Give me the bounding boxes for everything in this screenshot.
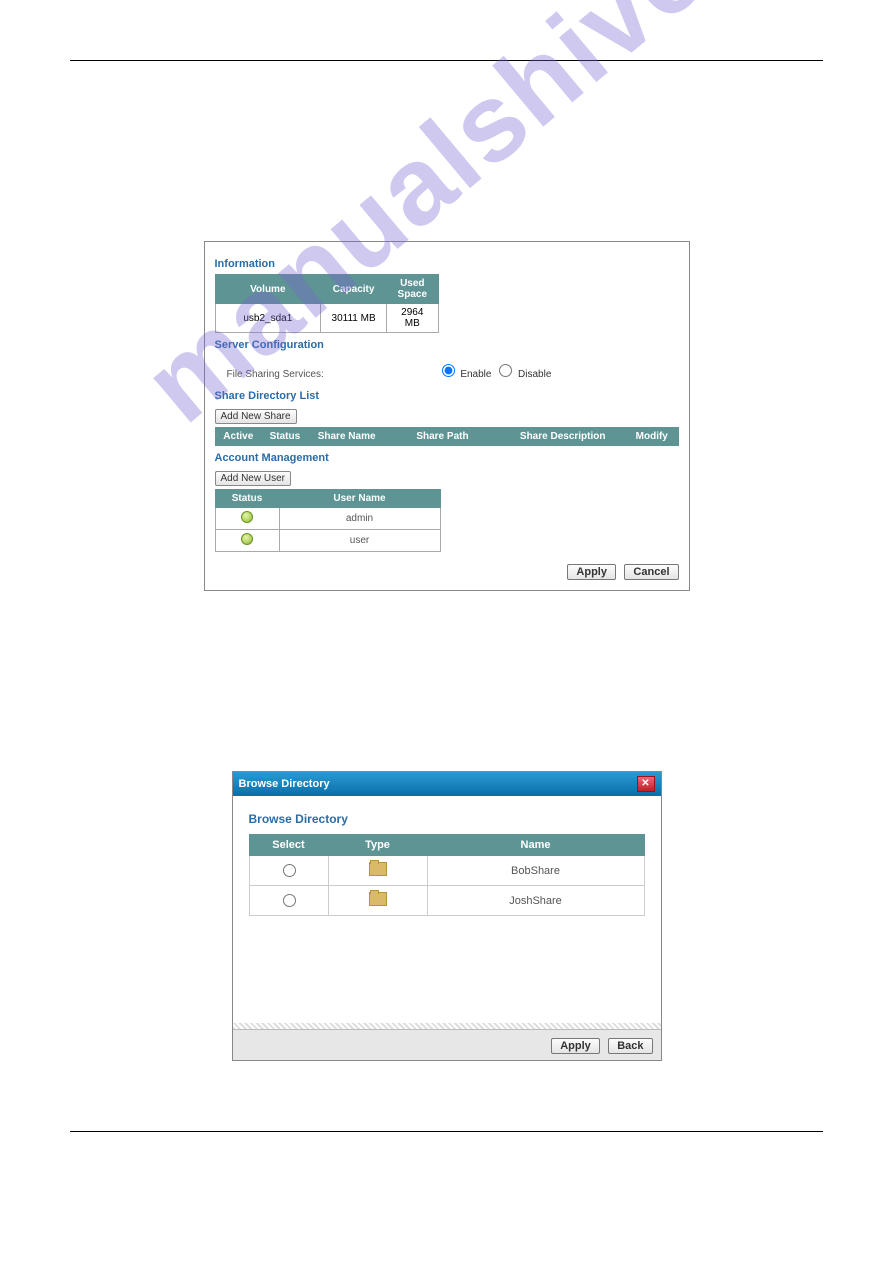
close-icon[interactable]: ✕	[637, 776, 655, 792]
col-type: Type	[328, 835, 427, 856]
folder-icon	[369, 892, 387, 906]
cell-capacity: 30111 MB	[321, 304, 387, 333]
col-volume: Volume	[215, 275, 321, 304]
section-title-account-management: Account Management	[215, 452, 679, 464]
account-table: Status User Name admin user	[215, 489, 441, 552]
user-active-icon	[241, 533, 253, 545]
browse-directory-heading: Browse Directory	[249, 812, 645, 826]
select-radio[interactable]	[283, 894, 296, 907]
add-new-user-button[interactable]: Add New User	[215, 471, 291, 486]
col-user-name: User Name	[279, 490, 440, 508]
disable-label: Disable	[518, 369, 551, 380]
file-sharing-label: File Sharing Services:	[227, 369, 324, 380]
file-sharing-row: File Sharing Services: Enable Disable	[215, 355, 679, 384]
col-select: Select	[249, 835, 328, 856]
col-name: Name	[427, 835, 644, 856]
apply-button[interactable]: Apply	[567, 564, 616, 580]
information-table: Volume Capacity Used Space usb2_sda1 301…	[215, 274, 439, 333]
cell-directory-name: BobShare	[427, 856, 644, 886]
cancel-button[interactable]: Cancel	[624, 564, 678, 580]
share-directory-table: Active Status Share Name Share Path Shar…	[215, 427, 679, 446]
browse-directory-body: Browse Directory Select Type Name BobSha…	[233, 796, 661, 1023]
user-row: user	[215, 530, 440, 552]
back-button[interactable]: Back	[608, 1038, 652, 1054]
folder-icon	[369, 862, 387, 876]
browse-directory-panel: Browse Directory ✕ Browse Directory Sele…	[232, 771, 662, 1061]
cell-used: 2964 MB	[387, 304, 438, 333]
add-new-share-button[interactable]: Add New Share	[215, 409, 297, 424]
cell-username: admin	[279, 508, 440, 530]
file-sharing-panel: Information Volume Capacity Used Space u…	[204, 241, 690, 591]
cell-directory-name: JoshShare	[427, 886, 644, 916]
col-share-name: Share Name	[308, 428, 385, 446]
directory-row: JoshShare	[249, 886, 644, 916]
user-row: admin	[215, 508, 440, 530]
cell-volume: usb2_sda1	[215, 304, 321, 333]
col-active: Active	[215, 428, 262, 446]
col-modify: Modify	[626, 428, 678, 446]
col-user-status: Status	[215, 490, 279, 508]
col-status: Status	[262, 428, 309, 446]
apply-button[interactable]: Apply	[551, 1038, 600, 1054]
select-radio[interactable]	[283, 864, 296, 877]
browse-directory-table: Select Type Name BobShare JoshShare	[249, 834, 645, 916]
enable-radio[interactable]	[442, 364, 455, 377]
section-title-server-config: Server Configuration	[215, 339, 679, 351]
col-used-space: Used Space	[387, 275, 438, 304]
col-share-description: Share Description	[500, 428, 626, 446]
panel1-button-row: Apply Cancel	[215, 562, 679, 580]
browse-directory-titlebar: Browse Directory ✕	[233, 772, 661, 796]
panel2-footer: Apply Back	[233, 1029, 661, 1060]
col-capacity: Capacity	[321, 275, 387, 304]
disable-radio[interactable]	[499, 364, 512, 377]
page-header-rule	[70, 60, 823, 61]
enable-label: Enable	[460, 369, 491, 380]
section-title-information: Information	[215, 258, 679, 270]
col-share-path: Share Path	[385, 428, 500, 446]
directory-row: BobShare	[249, 856, 644, 886]
page-footer-rule	[70, 1131, 823, 1132]
volume-row: usb2_sda1 30111 MB 2964 MB	[215, 304, 438, 333]
browse-directory-title: Browse Directory	[239, 778, 330, 790]
section-title-share-directory: Share Directory List	[215, 390, 679, 402]
user-active-icon	[241, 511, 253, 523]
cell-username: user	[279, 530, 440, 552]
